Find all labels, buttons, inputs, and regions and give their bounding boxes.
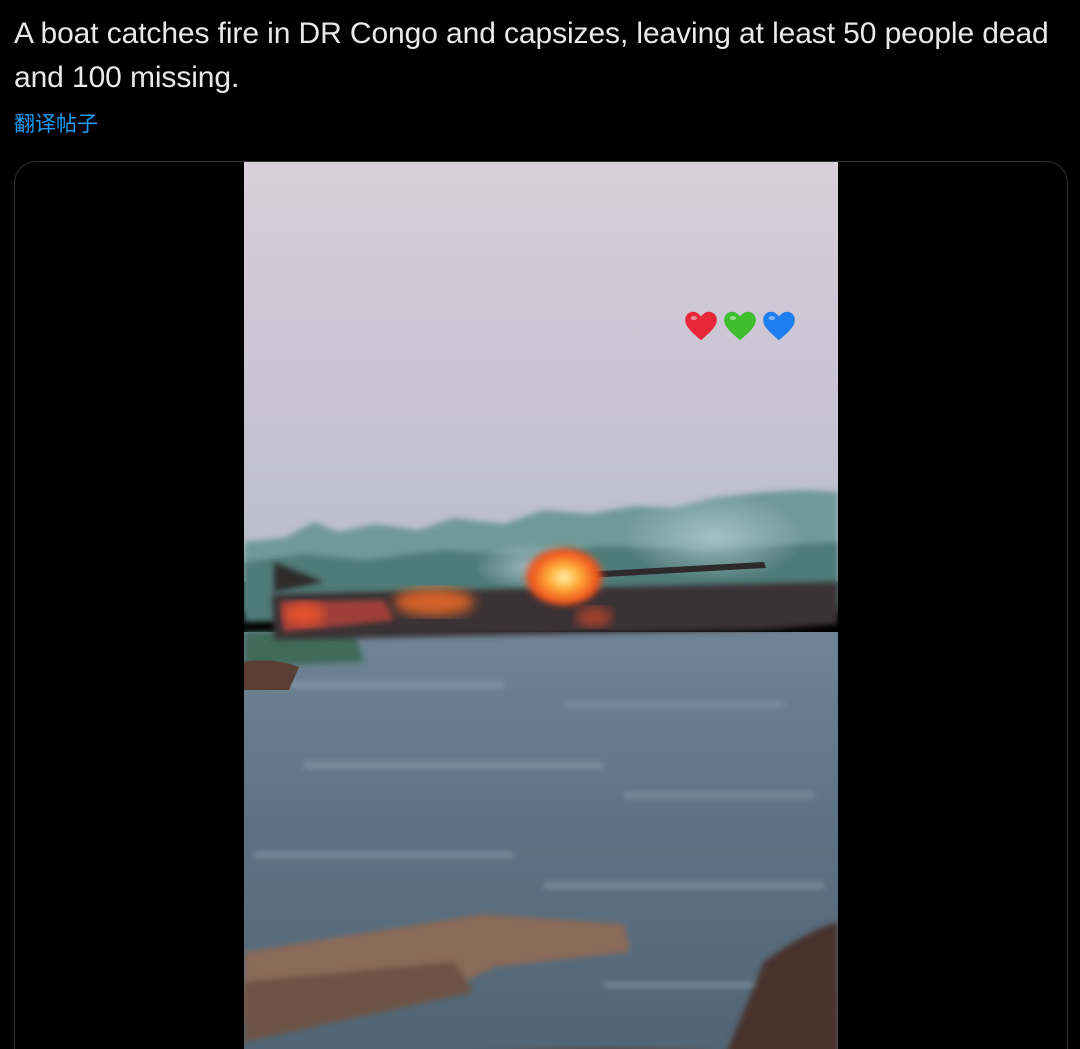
blue-heart-icon xyxy=(760,307,798,345)
translate-post-link[interactable]: 翻译帖子 xyxy=(14,108,98,140)
video-player[interactable] xyxy=(244,162,838,1049)
tweet-text: A boat catches fire in DR Congo and caps… xyxy=(14,17,1049,94)
heart-emoji-overlay xyxy=(682,307,798,345)
red-heart-icon xyxy=(682,307,720,345)
video-frame-image xyxy=(244,162,838,1049)
green-heart-icon xyxy=(721,307,759,345)
media-card[interactable] xyxy=(14,161,1068,1049)
